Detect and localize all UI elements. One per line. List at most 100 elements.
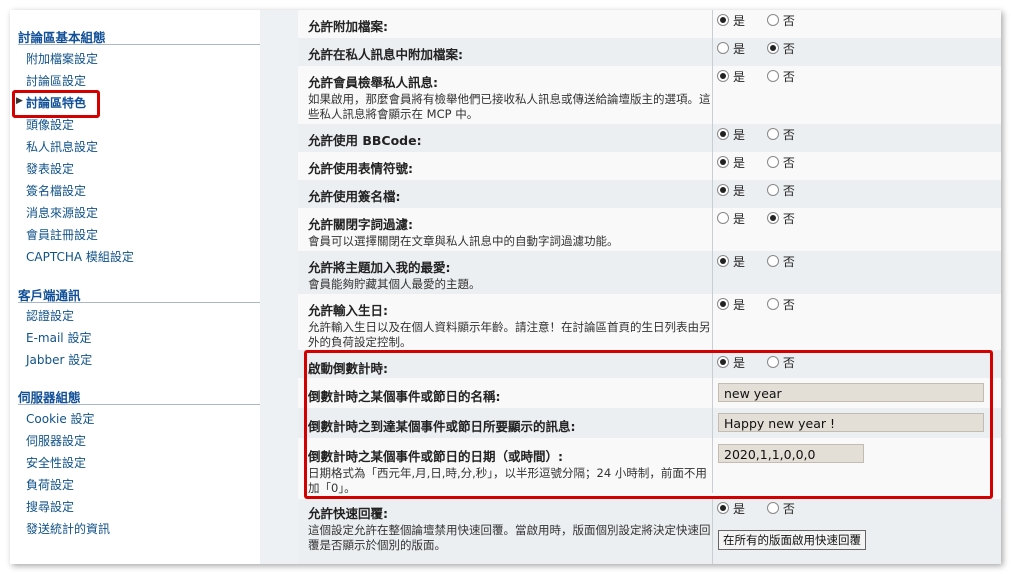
divider bbox=[18, 302, 260, 303]
radio-group: 是 否 bbox=[717, 40, 813, 57]
setting-description: 允許輸入生日以及在個人資料顯示年齡。請注意！在討論區首頁的生日列表由另外的負荷設… bbox=[308, 320, 711, 349]
radio-dot[interactable] bbox=[717, 255, 729, 267]
radio-group: 是 否 bbox=[717, 68, 813, 85]
setting-title: 允許會員檢舉私人訊息: bbox=[308, 75, 438, 90]
setting-title: 允許附加檔案: bbox=[308, 19, 388, 34]
sidebar-item-cookie[interactable]: Cookie 設定 bbox=[26, 410, 95, 427]
setting-row: 允許會員檢舉私人訊息: 如果啟用，那麼會員將有檢舉他們已接收私人訊息或傳送給論壇… bbox=[298, 66, 1001, 124]
sidebar-item-private-messages[interactable]: 私人訊息設定 bbox=[26, 138, 98, 155]
radio-group: 是 否 bbox=[717, 126, 813, 143]
radio-group: 是 否 bbox=[717, 296, 813, 313]
radio-dot[interactable] bbox=[766, 212, 779, 224]
radio-group: 是 否 bbox=[717, 154, 813, 171]
radio-dot[interactable] bbox=[717, 70, 729, 82]
highlight-box bbox=[304, 350, 993, 499]
radio-dot[interactable] bbox=[717, 128, 729, 140]
setting-description: 這個設定允許在整個論壇禁用快速回覆。當啟用時，版面個別設定將決定快速回覆是否顯示… bbox=[308, 523, 711, 552]
setting-title: 允許快速回覆: bbox=[308, 506, 388, 521]
setting-title: 允許將主題加入我的最愛: bbox=[308, 260, 451, 275]
radio-dot[interactable] bbox=[766, 128, 779, 140]
sidebar-item-posting[interactable]: 發表設定 bbox=[26, 160, 74, 177]
setting-row: 允許將主題加入我的最愛: 會員能夠貯藏其個人最愛的主題。 是 否 bbox=[298, 251, 1001, 294]
radio-no[interactable]: 否 bbox=[766, 210, 795, 227]
radio-yes[interactable]: 是 bbox=[717, 253, 745, 270]
setting-row: 允許使用 BBCode: 是 否 bbox=[298, 124, 1001, 152]
radio-no[interactable]: 否 bbox=[766, 182, 795, 199]
radio-yes[interactable]: 是 bbox=[717, 154, 745, 171]
divider bbox=[18, 404, 260, 405]
setting-description: 會員能夠貯藏其個人最愛的主題。 bbox=[308, 277, 481, 291]
setting-title: 允許在私人訊息中附加檔案: bbox=[308, 47, 463, 62]
sidebar-item-feed[interactable]: 消息來源設定 bbox=[26, 204, 98, 221]
radio-no[interactable]: 否 bbox=[766, 68, 795, 85]
radio-dot[interactable] bbox=[717, 298, 729, 310]
radio-yes[interactable]: 是 bbox=[717, 68, 745, 85]
sidebar-item-signature[interactable]: 簽名檔設定 bbox=[26, 182, 86, 199]
enable-quick-reply-all-button[interactable]: 在所有的版面啟用快速回覆 bbox=[718, 530, 866, 550]
divider bbox=[18, 44, 260, 45]
radio-yes[interactable]: 是 bbox=[717, 126, 745, 143]
setting-description: 如果啟用，那麼會員將有檢舉他們已接收私人訊息或傳送給論壇版主的選項。這些私人訊息… bbox=[308, 92, 711, 121]
radio-no[interactable]: 否 bbox=[766, 40, 795, 57]
setting-title: 允許使用簽名檔: bbox=[308, 189, 401, 204]
acp-window: 討論區基本組態 附加檔案設定 討論區設定 ▶ 討論區特色 頭像設定 私人訊息設定… bbox=[10, 10, 1001, 564]
radio-no[interactable]: 否 bbox=[766, 12, 795, 29]
radio-no[interactable]: 否 bbox=[766, 500, 795, 517]
radio-dot[interactable] bbox=[766, 502, 779, 514]
radio-no[interactable]: 否 bbox=[766, 253, 795, 270]
radio-yes[interactable]: 是 bbox=[717, 500, 745, 517]
radio-dot[interactable] bbox=[766, 298, 779, 310]
radio-group: 是 否 bbox=[717, 253, 813, 270]
setting-title: 允許使用 BBCode: bbox=[308, 133, 422, 148]
sidebar-item-captcha[interactable]: CAPTCHA 模組設定 bbox=[26, 248, 134, 265]
setting-row: 允許使用表情符號: 是 否 bbox=[298, 152, 1001, 180]
radio-dot[interactable] bbox=[766, 156, 779, 168]
radio-yes[interactable]: 是 bbox=[717, 210, 745, 227]
sidebar-item-load[interactable]: 負荷設定 bbox=[26, 476, 74, 493]
sidebar-item-server[interactable]: 伺服器設定 bbox=[26, 432, 86, 449]
setting-title: 允許關閉字詞過濾: bbox=[308, 217, 413, 232]
setting-row: 允許附加檔案: 是 否 bbox=[298, 10, 1001, 38]
radio-yes[interactable]: 是 bbox=[717, 40, 745, 57]
radio-no[interactable]: 否 bbox=[766, 296, 795, 313]
sidebar-item-board-settings[interactable]: 討論區設定 bbox=[26, 72, 86, 89]
radio-dot[interactable] bbox=[766, 14, 779, 26]
highlight-box bbox=[12, 90, 100, 118]
setting-row: 允許關閉字詞過濾: 會員可以選擇關閉在文章與私人訊息中的自動字詞過濾功能。 是 … bbox=[298, 208, 1001, 251]
sidebar-item-auth[interactable]: 認證設定 bbox=[26, 307, 74, 324]
radio-group: 是 否 bbox=[717, 182, 813, 199]
setting-row: 允許輸入生日: 允許輸入生日以及在個人資料顯示年齡。請注意！在討論區首頁的生日列… bbox=[298, 294, 1001, 350]
sidebar-item-avatar[interactable]: 頭像設定 bbox=[26, 116, 74, 133]
setting-title: 允許使用表情符號: bbox=[308, 161, 413, 176]
radio-dot[interactable] bbox=[717, 184, 729, 196]
setting-title: 允許輸入生日: bbox=[308, 303, 388, 318]
setting-row-quick-reply: 允許快速回覆: 這個設定允許在整個論壇禁用快速回覆。當啟用時，版面個別設定將決定… bbox=[298, 499, 1001, 564]
sidebar-gutter bbox=[260, 10, 298, 564]
setting-description: 會員可以選擇關閉在文章與私人訊息中的自動字詞過濾功能。 bbox=[308, 234, 619, 248]
sidebar-item-attachments[interactable]: 附加檔案設定 bbox=[26, 50, 98, 67]
radio-dot[interactable] bbox=[717, 502, 729, 514]
radio-yes[interactable]: 是 bbox=[717, 182, 745, 199]
sidebar-item-security[interactable]: 安全性設定 bbox=[26, 454, 86, 471]
sidebar-item-jabber[interactable]: Jabber 設定 bbox=[26, 351, 92, 368]
setting-row: 允許使用簽名檔: 是 否 bbox=[298, 180, 1001, 208]
sidebar-item-email[interactable]: E-mail 設定 bbox=[26, 329, 91, 346]
radio-no[interactable]: 否 bbox=[766, 154, 795, 171]
sidebar-item-registration[interactable]: 會員註冊設定 bbox=[26, 226, 98, 243]
sidebar-item-search[interactable]: 搜尋設定 bbox=[26, 498, 74, 515]
radio-group: 是 否 bbox=[717, 500, 813, 517]
radio-dot[interactable] bbox=[766, 184, 779, 196]
radio-dot[interactable] bbox=[717, 42, 729, 54]
radio-dot[interactable] bbox=[717, 212, 729, 224]
radio-yes[interactable]: 是 bbox=[717, 12, 745, 29]
sidebar-item-statistics[interactable]: 發送統計的資訊 bbox=[26, 520, 110, 537]
setting-row: 允許在私人訊息中附加檔案: 是 否 bbox=[298, 38, 1001, 66]
radio-yes[interactable]: 是 bbox=[717, 296, 745, 313]
radio-dot[interactable] bbox=[766, 42, 779, 54]
radio-group: 是 否 bbox=[717, 12, 813, 29]
radio-no[interactable]: 否 bbox=[766, 126, 795, 143]
radio-dot[interactable] bbox=[766, 70, 779, 82]
radio-dot[interactable] bbox=[717, 14, 729, 26]
radio-dot[interactable] bbox=[717, 156, 729, 168]
radio-dot[interactable] bbox=[766, 255, 779, 267]
